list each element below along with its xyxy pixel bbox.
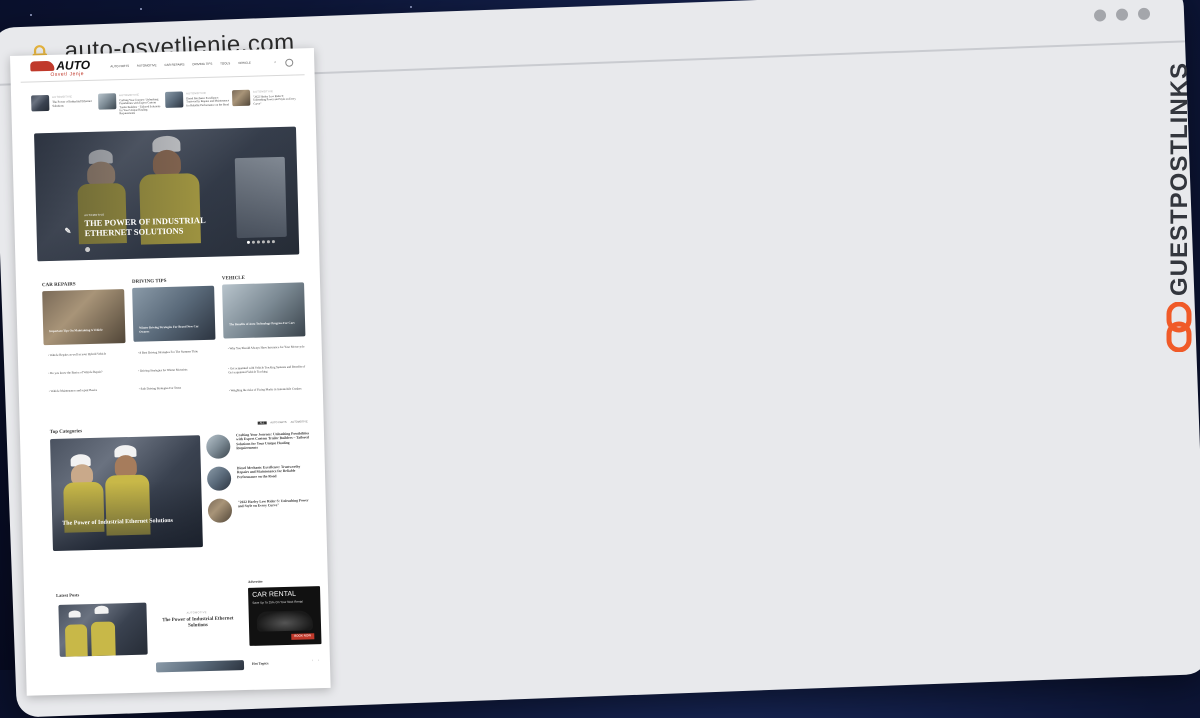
- ticker-label: AUTOMOTIVE: [186, 91, 207, 96]
- ticker-title[interactable]: "2022 Harley Low Rider S: Unleashing Pow…: [253, 94, 297, 105]
- hero-label: AUTOMOTIVE: [84, 213, 105, 218]
- column-list-item[interactable]: Safe Driving Strategies For Teens: [139, 385, 217, 391]
- column-feature-image[interactable]: Winter Driving Strategies For Brand New …: [132, 285, 216, 342]
- logo-car-icon: [30, 60, 55, 72]
- latest-post-label: AUTOMOTIVE: [186, 611, 207, 615]
- column-feature-title[interactable]: Important Tips On Maintaining A Vehicle: [49, 327, 119, 333]
- main-nav: AUTO PARTS AUTOMOTIVE CAR REPAIRS DRIVIN…: [110, 61, 258, 69]
- top-category-feature[interactable]: The Power of Industrial Ethernet Solutio…: [50, 435, 203, 552]
- column-list-item[interactable]: Vehicle Maintenance and repair Basics: [49, 387, 127, 393]
- chevron-right-icon[interactable]: ›: [318, 657, 319, 663]
- website-screenshot: AUTO Osvetl Jenje AUTO PARTS AUTOMOTIVE …: [10, 48, 331, 696]
- side-post-title[interactable]: Diesel Mechanic Excellence: Trustworthy …: [237, 464, 311, 479]
- logo-subtitle: Osvetl Jenje: [50, 71, 85, 78]
- ticker-title[interactable]: The Power of Industrial Ethernet Solutio…: [52, 99, 96, 108]
- ticker-label: AUTOMOTIVE: [119, 93, 140, 98]
- latest-post-title[interactable]: The Power of Industrial Ethernet Solutio…: [155, 616, 241, 630]
- nav-item-auto-parts[interactable]: AUTO PARTS: [110, 64, 129, 68]
- watermark-text: GUESTPOSTLINKS: [1166, 61, 1193, 296]
- author-avatar: [85, 246, 91, 253]
- window-dot[interactable]: [1093, 9, 1107, 22]
- ticker-thumb[interactable]: [98, 93, 117, 110]
- cart-icon[interactable]: [285, 58, 294, 67]
- nav-item-tools[interactable]: TOOLS: [220, 61, 230, 65]
- window-dot[interactable]: [1137, 7, 1151, 21]
- chevron-left-icon[interactable]: ‹: [312, 657, 313, 663]
- column-list-item[interactable]: Why You Should Always Have Insurance for…: [228, 344, 306, 350]
- section-heading: Latest Posts: [56, 592, 80, 598]
- pencil-icon: ✎: [64, 226, 72, 236]
- column-feature-image[interactable]: The Benefits of Auto Technology Progress…: [222, 282, 306, 339]
- column-list-item[interactable]: Vehicle Repairs as well as your Hybrid V…: [48, 351, 126, 357]
- ticker-label: AUTOMOTIVE: [252, 90, 274, 94]
- side-post-title[interactable]: Crafting Your Journey: Unleashing Possib…: [236, 431, 310, 450]
- ad-subtitle: Save Up To 25% On Your Next Rental: [252, 599, 303, 605]
- latest-post-image[interactable]: [58, 602, 148, 657]
- side-post-thumb[interactable]: [206, 466, 232, 491]
- column-list-item[interactable]: 8 Best Driving Strategies For The Summer…: [138, 349, 216, 355]
- watermark: GUESTPOSTLINKS: [1160, 56, 1200, 356]
- tab-auto-parts[interactable]: AUTO PARTS: [270, 421, 286, 425]
- ad-book-button[interactable]: BOOK NOW: [291, 633, 315, 640]
- ticker-title[interactable]: Crafting Your Journey: Unleashing Possib…: [119, 98, 163, 116]
- ad-title: CAR RENTAL: [252, 590, 297, 599]
- window-dot[interactable]: [1115, 8, 1129, 21]
- category-tabs: ALL AUTO PARTS AUTOMOTIVE: [257, 420, 308, 425]
- tab-automotive[interactable]: AUTOMOTIVE: [291, 420, 308, 424]
- column-feature-title[interactable]: Winter Driving Strategies For Brand New …: [139, 324, 209, 334]
- ticker-thumb[interactable]: [31, 94, 50, 112]
- ticker-thumb[interactable]: [231, 89, 251, 107]
- ticker-title[interactable]: Diesel Mechanic Excellence: Trustworthy …: [186, 96, 230, 108]
- column-feature-title[interactable]: The Benefits of Auto Technology Progress…: [229, 321, 299, 327]
- nav-item-automotive[interactable]: AUTOMOTIVE: [137, 63, 157, 68]
- latest-post-image[interactable]: [155, 660, 245, 673]
- ticker-thumb[interactable]: [164, 91, 184, 108]
- search-icon[interactable]: ⌕: [274, 59, 276, 65]
- column-list-item[interactable]: Get acquainted with Vehicle Tracking Sys…: [228, 364, 306, 374]
- ad-banner[interactable]: CAR RENTAL Save Up To 25% On Your Next R…: [248, 586, 322, 646]
- column-list-item[interactable]: Do you know the Basics of Vehicle Repair…: [48, 369, 126, 375]
- column-list-item[interactable]: Driving Strategies for Winter Motorists: [138, 367, 216, 373]
- nav-item-car-repairs[interactable]: CAR REPAIRS: [164, 62, 184, 67]
- column-list-item[interactable]: Weighing the risks of Fixing Marks in Au…: [229, 386, 307, 392]
- section-heading[interactable]: VEHICLE: [222, 276, 245, 283]
- side-post-title[interactable]: "2022 Harley Low Rider S: Unleashing Pow…: [238, 498, 312, 509]
- tab-all[interactable]: ALL: [257, 421, 267, 425]
- chain-link-icon: [1166, 302, 1192, 352]
- hero-slider[interactable]: AUTOMOTIVE THE POWER OF INDUSTRIAL ETHER…: [34, 126, 300, 262]
- column-feature-image[interactable]: Important Tips On Maintaining A Vehicle: [42, 289, 126, 346]
- side-post-thumb[interactable]: [205, 434, 231, 459]
- car-image: [256, 610, 314, 632]
- section-heading[interactable]: CAR REPAIRS: [42, 282, 76, 289]
- hero-title[interactable]: THE POWER OF INDUSTRIAL ETHERNET SOLUTIO…: [84, 215, 206, 239]
- section-heading: Hot Topics: [251, 661, 269, 666]
- section-heading: Top Categories: [49, 429, 83, 436]
- side-post-thumb[interactable]: [207, 498, 233, 523]
- window-controls: [1093, 7, 1151, 22]
- section-heading[interactable]: DRIVING TIPS: [132, 279, 167, 286]
- nav-item-driving-tips[interactable]: DRIVING TIPS: [192, 62, 212, 67]
- nav-item-vehicle[interactable]: VEHICLE: [238, 61, 251, 65]
- section-heading: Advertise: [247, 579, 263, 584]
